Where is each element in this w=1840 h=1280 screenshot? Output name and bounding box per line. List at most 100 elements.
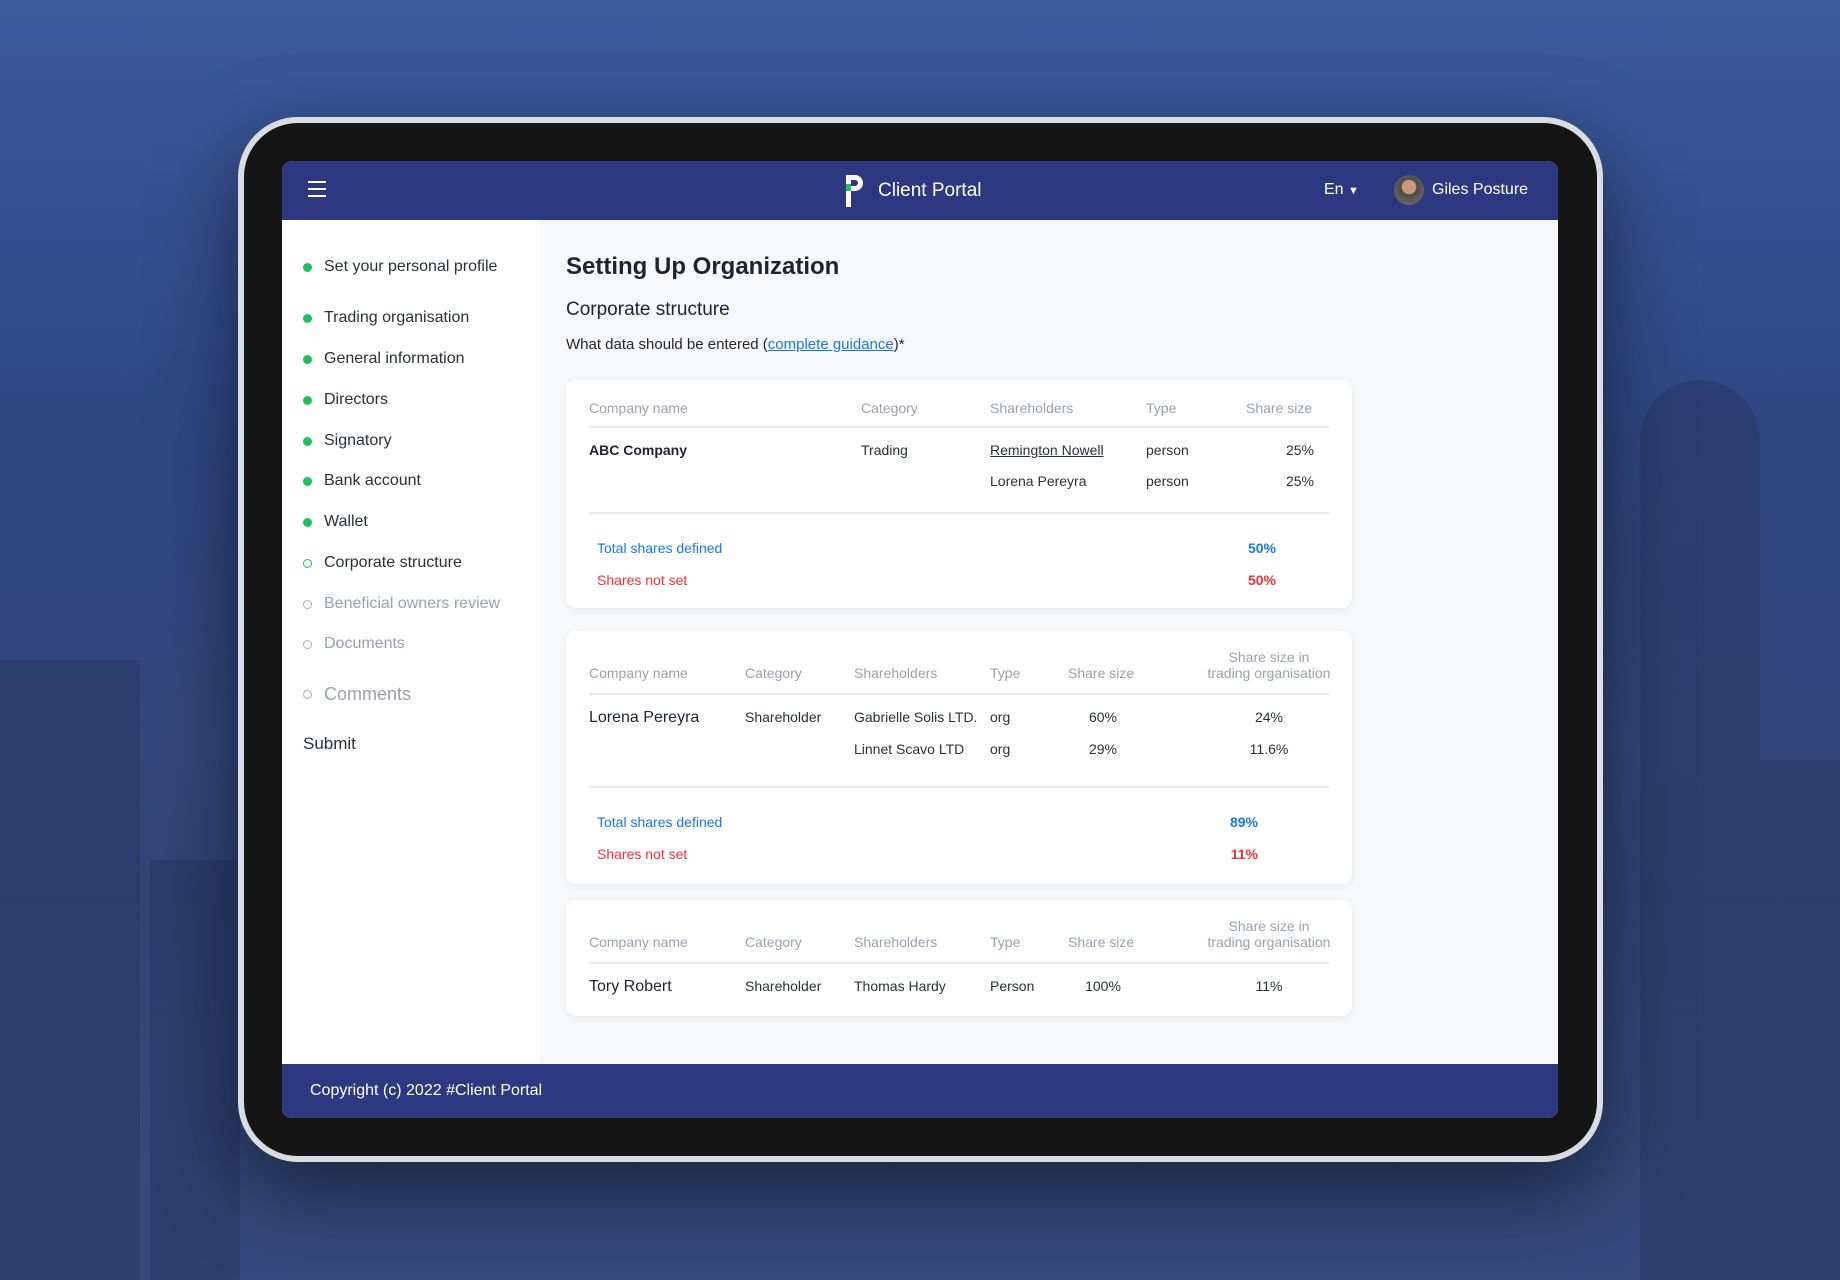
shareholder-card: Company name Category Shareholders Type … xyxy=(566,900,1352,1016)
header-company: Company name xyxy=(589,934,688,950)
avatar xyxy=(1394,175,1424,205)
sidebar-step[interactable]: Trading organisation xyxy=(303,309,469,327)
sidebar-step[interactable]: General information xyxy=(303,350,465,368)
step-label: Corporate structure xyxy=(324,554,462,571)
logo: Client Portal xyxy=(844,175,982,207)
shares-not-set-label: Shares not set xyxy=(597,572,688,588)
hint-suffix: )* xyxy=(893,336,905,353)
step-label: Set your personal profile xyxy=(324,258,498,275)
check-dot-icon xyxy=(303,476,312,486)
shareholder-name[interactable]: Remington Nowell xyxy=(990,442,1104,458)
circle-icon xyxy=(303,639,312,649)
company-category: Shareholder xyxy=(745,709,822,725)
header-share-size: Share size xyxy=(1068,934,1135,950)
header-share-trading: Share size in trading organisation xyxy=(1207,649,1331,681)
shareholder-type: person xyxy=(1146,473,1189,489)
step-label: Directors xyxy=(324,391,389,408)
header-company: Company name xyxy=(589,400,688,416)
header-category: Category xyxy=(745,665,802,681)
total-shares-value: 89% xyxy=(1229,814,1258,830)
header-category: Category xyxy=(745,934,802,950)
company-category: Trading xyxy=(861,442,908,458)
language-select[interactable]: En ▼ xyxy=(1324,181,1359,199)
shareholder-name: Lorena Pereyra xyxy=(990,473,1087,489)
share-size: 25% xyxy=(1285,442,1314,458)
company-category: Shareholder xyxy=(745,978,822,994)
shareholder-name: Thomas Hardy xyxy=(854,978,946,994)
check-dot-icon xyxy=(303,517,312,527)
shares-not-set-label: Shares not set xyxy=(597,846,688,862)
header-shareholders: Shareholders xyxy=(990,400,1074,416)
share-trading: 24% xyxy=(1254,709,1284,725)
caret-down-icon: ▼ xyxy=(1348,185,1359,197)
divider xyxy=(589,786,1329,788)
user-menu[interactable]: Giles Posture xyxy=(1394,175,1528,205)
section-title: Corporate structure xyxy=(566,299,730,320)
header-type: Type xyxy=(990,665,1021,681)
check-dot-icon xyxy=(303,354,312,364)
copyright: Copyright (c) 2022 #Client Portal xyxy=(310,1082,543,1099)
steps-sidebar: Set your personal profile Trading organis… xyxy=(282,220,540,1064)
circle-icon xyxy=(303,558,312,568)
share-trading: 11.6% xyxy=(1249,741,1289,757)
sidebar-step[interactable]: Wallet xyxy=(303,513,368,531)
shareholder-type: Person xyxy=(990,978,1035,994)
logo-icon xyxy=(846,175,863,207)
user-name: Giles Posture xyxy=(1432,181,1529,198)
share-trading: 11% xyxy=(1255,978,1283,994)
language-label: En xyxy=(1324,181,1344,198)
header-share-trading: Share size in trading organisation xyxy=(1207,918,1331,950)
shareholder-type: person xyxy=(1146,442,1189,458)
sidebar-step[interactable]: Bank account xyxy=(303,472,421,490)
header-share-size: Share size xyxy=(1246,400,1313,416)
share-size: 60% xyxy=(1088,709,1118,725)
guidance-link[interactable]: complete guidance xyxy=(768,336,894,353)
sidebar-step[interactable]: Corporate structure xyxy=(303,554,462,572)
sidebar-step[interactable]: Directors xyxy=(303,391,388,409)
page-title: Setting Up Organization xyxy=(566,253,840,280)
header-company: Company name xyxy=(589,665,688,681)
company-name: Tory Robert xyxy=(589,978,672,995)
sidebar-step[interactable]: Beneficial owners review xyxy=(303,595,500,613)
sidebar-step[interactable]: Set your personal profile xyxy=(303,258,497,276)
app-screen: Client Portal En ▼ Giles Posture Set you… xyxy=(282,161,1558,1118)
header-shareholders: Shareholders xyxy=(854,665,938,681)
share-size: 25% xyxy=(1285,473,1314,489)
hint-prefix: What data should be entered ( xyxy=(566,336,768,353)
total-shares-value: 50% xyxy=(1247,540,1276,556)
shareholder-card: Company name Category Shareholders Type … xyxy=(566,631,1352,884)
sidebar-step[interactable]: Comments xyxy=(303,684,411,705)
menu-icon[interactable] xyxy=(308,181,326,197)
check-dot-icon xyxy=(303,262,312,272)
divider xyxy=(589,693,1329,695)
step-label: Signatory xyxy=(324,432,392,449)
header-category: Category xyxy=(861,400,918,416)
step-label: Wallet xyxy=(324,513,368,530)
share-size: 29% xyxy=(1088,741,1118,757)
top-bar: Client Portal En ▼ Giles Posture xyxy=(282,161,1558,220)
shareholder-type: org xyxy=(990,709,1011,725)
divider xyxy=(589,426,1329,428)
header-type: Type xyxy=(990,934,1021,950)
app-title: Client Portal xyxy=(878,180,982,201)
footer: Copyright (c) 2022 #Client Portal xyxy=(282,1064,1558,1118)
shareholder-name: Linnet Scavo LTD xyxy=(854,741,965,757)
step-label: Trading organisation xyxy=(324,309,470,326)
guidance-text: What data should be entered (complete gu… xyxy=(566,336,905,353)
check-dot-icon xyxy=(303,395,312,405)
circle-icon xyxy=(303,599,312,609)
company-name: ABC Company xyxy=(589,442,688,458)
submit-step[interactable]: Submit xyxy=(303,734,356,754)
step-label: Beneficial owners review xyxy=(324,595,501,612)
main-content: Setting Up Organization Corporate struct… xyxy=(540,220,1558,1118)
total-shares-label: Total shares defined xyxy=(597,540,723,556)
divider xyxy=(589,962,1329,964)
step-label: Documents xyxy=(324,635,405,652)
shares-not-set-value: 11% xyxy=(1230,846,1258,862)
divider xyxy=(589,512,1329,514)
sidebar-step[interactable]: Signatory xyxy=(303,432,392,450)
circle-icon xyxy=(303,690,312,699)
shares-not-set-value: 50% xyxy=(1247,572,1276,588)
shareholder-type: org xyxy=(990,741,1011,757)
sidebar-step[interactable]: Documents xyxy=(303,635,405,653)
